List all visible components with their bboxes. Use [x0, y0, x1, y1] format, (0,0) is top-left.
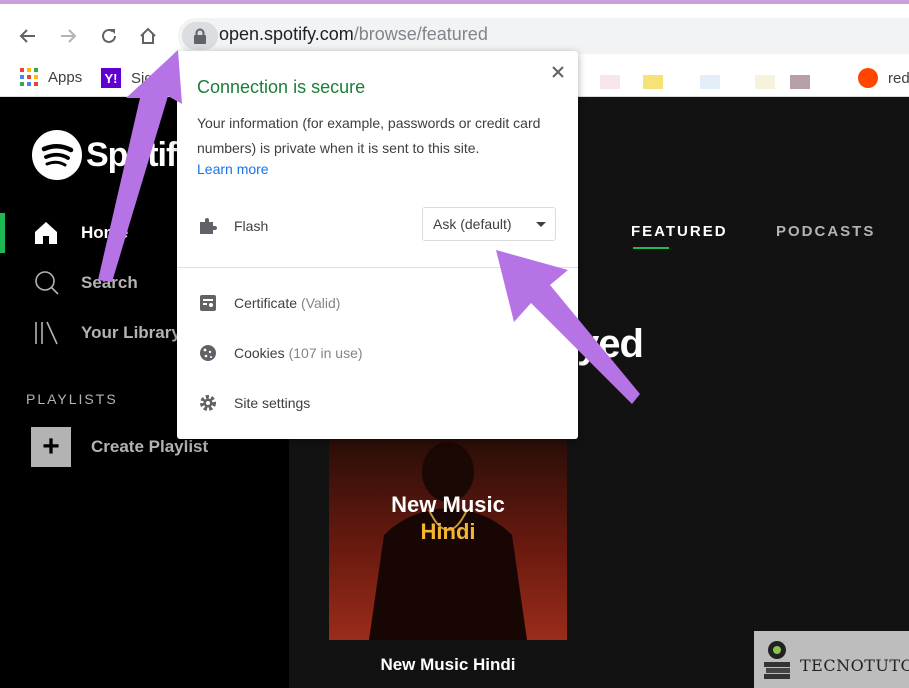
album-title-line2: Hindi: [420, 519, 476, 544]
home-icon: [32, 219, 60, 247]
url-text[interactable]: open.spotify.com/browse/featured: [219, 24, 488, 45]
forward-button[interactable]: [56, 24, 80, 48]
watermark-logo-icon: [764, 641, 790, 679]
bookmark-yahoo[interactable]: Y! Sign: [101, 68, 161, 88]
blurred-bookmark[interactable]: [790, 75, 810, 89]
nav-search[interactable]: Search: [32, 269, 138, 297]
flash-row: Flash: [197, 215, 268, 237]
certificate-row[interactable]: Certificate (Valid): [197, 292, 340, 314]
address-bar[interactable]: open.spotify.com/browse/featured: [178, 18, 909, 54]
tab-featured[interactable]: FEATURED: [631, 223, 728, 240]
blurred-bookmark[interactable]: [700, 75, 720, 89]
cookies-row[interactable]: Cookies (107 in use): [197, 342, 363, 364]
active-nav-indicator: [0, 213, 5, 253]
gear-icon: [197, 392, 219, 414]
cookie-icon: [197, 342, 219, 364]
site-info-popup: Connection is secure Your information (f…: [177, 51, 578, 439]
url-host: open.spotify.com: [219, 24, 354, 44]
watermark: TECNOTUTO: [754, 631, 909, 688]
certificate-label: Certificate: [234, 295, 298, 311]
album-cover[interactable]: New Music Hindi: [329, 440, 567, 640]
back-button[interactable]: [16, 24, 40, 48]
site-info-button[interactable]: [182, 22, 218, 50]
flash-label: Flash: [234, 218, 269, 234]
bookmark-reddit[interactable]: red: [858, 68, 909, 88]
back-arrow-icon: [19, 29, 35, 43]
plus-icon: +: [31, 427, 71, 467]
blurred-bookmark[interactable]: [643, 75, 663, 89]
bookmark-reddit-label: red: [888, 69, 909, 87]
popup-title: Connection is secure: [197, 77, 366, 97]
section-heading: yed: [577, 322, 644, 366]
search-icon: [32, 269, 60, 297]
nav-library-label: Your Library: [81, 323, 181, 342]
nav-home-label: Home: [81, 223, 129, 242]
browser-home-icon: [140, 27, 156, 44]
site-settings-row[interactable]: Site settings: [197, 392, 310, 414]
album-caption[interactable]: New Music Hindi: [329, 655, 567, 675]
certificate-status: (Valid): [301, 295, 341, 311]
flash-permission-select[interactable]: Ask (default): [422, 207, 556, 241]
bookmark-apps[interactable]: Apps: [20, 68, 82, 86]
bookmark-yahoo-label: Sign: [131, 69, 162, 87]
create-playlist-label: Create Playlist: [91, 437, 209, 456]
dropdown-caret-icon: [536, 222, 546, 227]
popup-divider: [177, 267, 578, 268]
certificate-icon: [197, 292, 219, 314]
learn-more-link[interactable]: Learn more: [197, 161, 269, 177]
library-icon: [32, 319, 60, 347]
yahoo-icon: Y!: [101, 68, 121, 88]
apps-grid-icon: [20, 68, 38, 86]
reload-button[interactable]: [97, 24, 121, 48]
bookmark-apps-label: Apps: [48, 68, 83, 86]
active-tab-underline: [633, 247, 669, 249]
close-icon: [552, 66, 564, 78]
nav-library[interactable]: Your Library: [32, 319, 181, 347]
lock-icon: [194, 28, 206, 44]
popup-description: Your information (for example, passwords…: [197, 115, 541, 156]
reddit-icon: [858, 68, 878, 88]
spotify-logo[interactable]: Spotify: [32, 130, 195, 180]
nav-home[interactable]: Home: [32, 219, 128, 247]
playlists-heading: PLAYLISTS: [26, 391, 118, 407]
site-settings-label: Site settings: [234, 395, 311, 411]
blurred-bookmark[interactable]: [755, 75, 775, 89]
reload-icon: [102, 28, 116, 43]
puzzle-icon: [197, 215, 219, 237]
blurred-bookmark[interactable]: [600, 75, 620, 89]
watermark-text: TECNOTUTO: [800, 656, 909, 675]
home-button[interactable]: [136, 24, 160, 48]
flash-select-value: Ask (default): [433, 216, 512, 232]
url-path: /browse/featured: [353, 24, 488, 44]
album-title-line1: New Music: [391, 492, 505, 517]
spotify-logo-icon: [32, 130, 82, 180]
nav-search-label: Search: [81, 273, 138, 292]
window-top-strip: [0, 0, 909, 10]
forward-arrow-icon: [61, 29, 77, 43]
cookies-status: (107 in use): [288, 345, 363, 361]
close-button[interactable]: [547, 61, 569, 83]
cookies-label: Cookies: [234, 345, 285, 361]
tab-podcasts[interactable]: PODCASTS: [776, 223, 875, 240]
